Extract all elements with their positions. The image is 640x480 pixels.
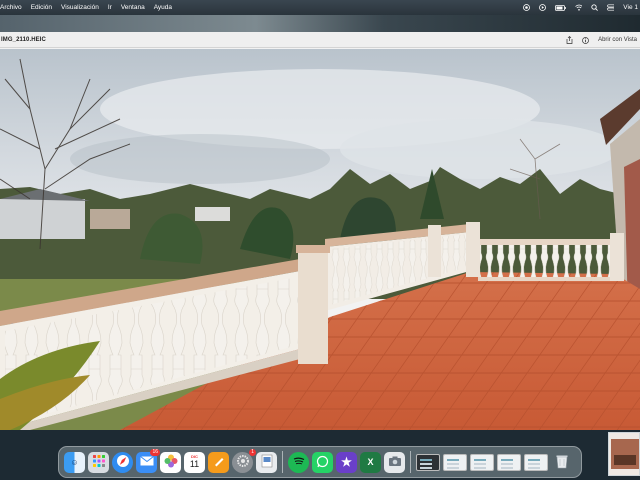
menu-archivo[interactable]: Archivo: [0, 4, 22, 11]
dock-finder[interactable]: ☺: [64, 451, 85, 473]
record-icon[interactable]: [523, 4, 531, 11]
photos-icon: [164, 454, 178, 470]
dock-mail[interactable]: 16: [136, 448, 160, 473]
dock-window-thumbnail[interactable]: [470, 453, 494, 471]
spotify-icon: [293, 456, 305, 468]
dock-photos[interactable]: [160, 451, 181, 473]
mail-badge: 16: [150, 448, 160, 456]
dock-imovie[interactable]: ★: [336, 451, 357, 473]
launchpad-icon: [92, 454, 106, 470]
finder-icon: ☺: [70, 457, 79, 467]
dock-pages[interactable]: [208, 451, 229, 473]
dock-safari[interactable]: [112, 451, 133, 473]
preview-window: IMG_2110.HEIC Abrir con Vista: [0, 32, 640, 430]
window-titlebar: IMG_2110.HEIC Abrir con Vista: [0, 32, 640, 48]
whatsapp-icon: [316, 455, 329, 470]
spotlight-search-icon[interactable]: [591, 4, 599, 11]
menu-ir[interactable]: Ir: [108, 4, 112, 11]
camera-icon: [388, 455, 402, 469]
dock-screenshot-app[interactable]: [384, 451, 405, 473]
control-center-icon[interactable]: [607, 4, 615, 11]
gear-icon: [236, 454, 250, 470]
dock-calendar[interactable]: DIC 11: [184, 451, 205, 473]
info-icon[interactable]: [582, 36, 589, 44]
dock-whatsapp[interactable]: [312, 451, 333, 473]
battery-icon[interactable]: [555, 4, 567, 11]
share-icon[interactable]: [566, 36, 573, 44]
envelope-icon: [139, 456, 154, 468]
open-with-button[interactable]: Abrir con Vista: [598, 37, 637, 43]
dock: ☺ 16 DIC 11 1 ★ X: [58, 446, 582, 478]
compass-icon: [116, 454, 130, 470]
dock-preview[interactable]: [256, 451, 277, 473]
menubar-clock[interactable]: Vie 1: [623, 4, 638, 11]
menu-edicion[interactable]: Edición: [31, 4, 52, 11]
play-icon[interactable]: [539, 4, 547, 11]
dock-system-settings[interactable]: 1: [232, 448, 256, 473]
dock-excel[interactable]: X: [360, 451, 381, 473]
terrace-photo: [0, 49, 640, 430]
trash-icon: [556, 454, 568, 471]
dock-window-thumbnail[interactable]: [497, 453, 521, 471]
dock-spotify[interactable]: [288, 451, 309, 473]
dock-separator: [282, 451, 283, 473]
photo-view: [0, 49, 640, 430]
desktop-background: [0, 15, 640, 33]
window-title: IMG_2110.HEIC: [1, 36, 46, 43]
screenshot-thumbnail[interactable]: [608, 432, 640, 476]
pen-icon: [213, 455, 225, 469]
wifi-icon[interactable]: [575, 4, 583, 11]
dock-window-thumbnail[interactable]: [443, 453, 467, 471]
menu-ayuda[interactable]: Ayuda: [154, 4, 172, 11]
star-icon: ★: [341, 455, 352, 469]
menu-ventana[interactable]: Ventana: [121, 4, 145, 11]
menu-bar: Archivo Edición Visualización Ir Ventana…: [0, 0, 640, 15]
dock-launchpad[interactable]: [88, 451, 109, 473]
settings-badge: 1: [249, 448, 256, 456]
dock-window-thumbnail[interactable]: [524, 453, 548, 471]
excel-icon: X: [367, 457, 374, 467]
preview-icon: [260, 454, 274, 470]
dock-trash[interactable]: [551, 452, 572, 473]
calendar-day: 11: [189, 458, 200, 469]
menu-visualizacion[interactable]: Visualización: [61, 4, 99, 11]
dock-separator-recent: [410, 451, 411, 473]
dock-window-thumbnail[interactable]: [416, 453, 440, 471]
